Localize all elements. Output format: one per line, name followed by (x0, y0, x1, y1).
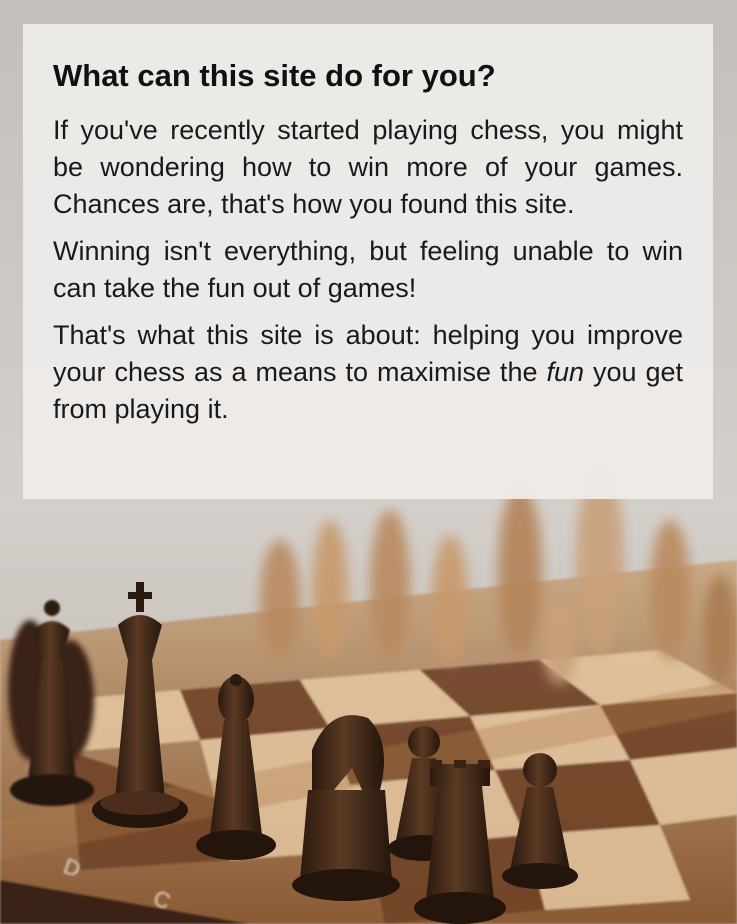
card-paragraph-2: Winning isn't everything, but feeling un… (53, 236, 683, 303)
info-card: What can this site do for you? If you've… (23, 24, 713, 499)
paragraph-3-emphasis: fun (546, 357, 584, 387)
card-paragraph-3: That's what this site is about: helping … (53, 317, 683, 428)
card-paragraph-1: If you've recently started playing chess… (53, 115, 683, 219)
card-heading: What can this site do for you? (53, 58, 496, 93)
